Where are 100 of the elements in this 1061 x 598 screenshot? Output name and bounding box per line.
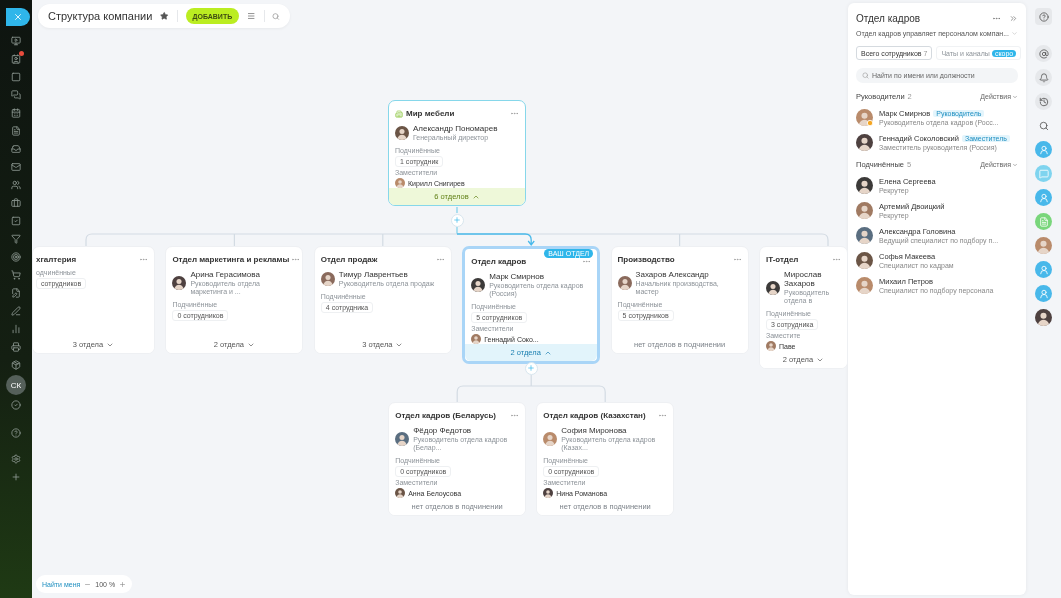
contact-card-icon[interactable] [11, 54, 21, 64]
filter-icon[interactable] [11, 234, 21, 244]
building-icon [395, 109, 403, 118]
chat-icon [1038, 168, 1049, 179]
help-icon[interactable] [11, 428, 21, 438]
close-icon [13, 12, 23, 22]
avatar [1035, 237, 1052, 254]
avatar [766, 341, 776, 352]
calendar-icon[interactable] [11, 108, 21, 118]
head-name[interactable]: Александр Пономарев [413, 124, 498, 134]
head-name[interactable]: Мирослав Захаров [784, 270, 841, 289]
caret-icon [1012, 93, 1018, 100]
page-title: Структура компании [48, 10, 153, 22]
search-icon[interactable] [1038, 120, 1049, 131]
plus-icon [527, 364, 536, 372]
head-name[interactable]: Тимур Лаврентьев [338, 270, 435, 280]
department-title: хгалтерия [36, 255, 77, 264]
more-icon[interactable] [510, 411, 520, 420]
user-icon [1038, 192, 1049, 203]
briefcase-icon[interactable] [11, 198, 21, 208]
contact-button[interactable] [1035, 285, 1052, 302]
department-title: Мир мебели [395, 109, 455, 118]
department-title: Отдел маркетинга и рекламы [172, 255, 290, 264]
department-title: Отдел кадров [471, 257, 527, 266]
avatar [395, 126, 409, 141]
panel-title: Отдел кадров [856, 13, 921, 24]
head-name[interactable]: Арина Герасимова [190, 270, 297, 280]
history-icon [1038, 96, 1049, 107]
more-icon[interactable] [732, 255, 742, 264]
history-button[interactable] [1035, 93, 1052, 110]
department-title: IT-отдел [766, 255, 799, 264]
department-title: Отдел кадров (Казахстан) [543, 411, 646, 420]
avatar [172, 276, 187, 291]
more-icon[interactable] [435, 255, 445, 264]
check-circle-icon[interactable] [11, 400, 21, 410]
department-title: Отдел продаж [320, 255, 378, 264]
pen-icon[interactable] [11, 306, 21, 316]
avatar [543, 488, 554, 499]
avatar [395, 488, 406, 499]
notifications-button[interactable] [1035, 69, 1052, 86]
avatar [1035, 309, 1052, 326]
caret-icon [1012, 161, 1018, 168]
chat-icon[interactable] [11, 90, 21, 100]
star-icon[interactable] [160, 11, 169, 21]
settings-icon[interactable] [11, 454, 21, 464]
user-icon [1038, 264, 1049, 275]
target-icon[interactable] [11, 252, 21, 262]
search-icon [862, 72, 869, 79]
department-title: Отдел кадров (Беларусь) [395, 411, 496, 420]
file-edit-icon[interactable] [11, 288, 21, 298]
document-button[interactable] [1035, 213, 1052, 230]
bar-chart-icon[interactable] [11, 324, 21, 334]
inbox-icon[interactable] [11, 144, 21, 154]
avatar [617, 276, 632, 291]
box-icon[interactable] [11, 360, 21, 370]
close-button[interactable] [6, 8, 30, 26]
head-name[interactable]: Фёдор Федотов [413, 426, 520, 436]
avatar [543, 432, 558, 447]
search-icon[interactable] [272, 11, 280, 21]
help-icon [1038, 11, 1049, 22]
cart-icon[interactable] [11, 270, 21, 280]
more-icon[interactable] [510, 109, 519, 118]
plus-icon [453, 216, 461, 224]
video-icon[interactable] [11, 36, 21, 46]
avatar [471, 278, 486, 293]
user-icon [1038, 144, 1049, 155]
zoom-in-icon[interactable] [119, 580, 127, 588]
more-icon[interactable] [992, 14, 1001, 23]
user-icon [1038, 288, 1049, 299]
checkbox-icon[interactable] [11, 216, 21, 226]
head-name[interactable]: Марк Смирнов [489, 272, 592, 282]
document-icon [1038, 216, 1049, 227]
document-icon[interactable] [11, 126, 21, 136]
help-button[interactable] [1035, 8, 1052, 25]
contact-button[interactable] [1035, 189, 1052, 206]
collapse-icon[interactable] [1009, 14, 1018, 23]
bell-icon [1038, 72, 1049, 83]
at-sign-icon [1038, 48, 1049, 59]
more-icon[interactable] [832, 255, 841, 264]
plus-icon[interactable] [11, 472, 21, 482]
square-icon[interactable] [11, 72, 21, 82]
contact-button[interactable] [1035, 141, 1052, 158]
menu-icon[interactable] [247, 11, 256, 21]
avatar [471, 334, 482, 345]
more-icon[interactable] [291, 255, 301, 264]
mail-icon[interactable] [11, 162, 21, 172]
avatar [766, 280, 780, 295]
more-icon[interactable] [658, 411, 668, 420]
department-title: Производство [617, 255, 675, 264]
people-icon[interactable] [11, 180, 21, 190]
avatar [395, 178, 405, 189]
user-initials[interactable]: СК [6, 375, 26, 395]
avatar [320, 272, 335, 287]
printer-icon[interactable] [11, 342, 21, 352]
mentions-button[interactable] [1035, 45, 1052, 62]
head-name[interactable]: Захаров Александр [635, 270, 742, 280]
more-icon[interactable] [139, 255, 148, 264]
head-name[interactable]: София Миронова [561, 426, 668, 436]
contact-button[interactable] [1035, 261, 1052, 278]
more-icon[interactable] [582, 257, 592, 266]
